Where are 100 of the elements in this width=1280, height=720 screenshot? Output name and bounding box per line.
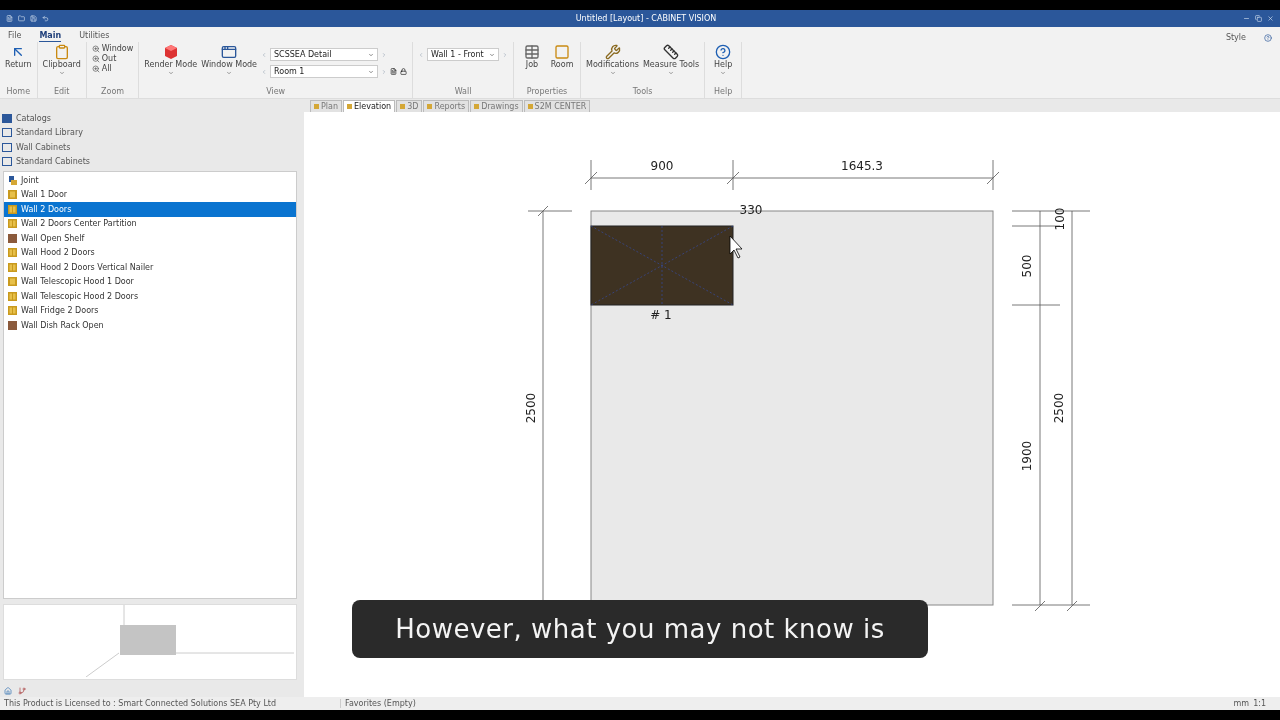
zoom-icon (91, 64, 100, 73)
zoom-button[interactable]: All (91, 64, 134, 73)
ruler-icon (663, 44, 680, 60)
view-tab[interactable]: S2M CENTER (523, 100, 591, 112)
view-tab[interactable]: Elevation (343, 100, 396, 112)
zoom-button[interactable]: Window (91, 44, 134, 53)
branch-icon[interactable] (18, 687, 26, 695)
catalog-node[interactable]: Wall Cabinets (16, 142, 71, 152)
catalog-item[interactable]: Wall Open Shelf (4, 231, 296, 246)
catalog-item[interactable]: Wall Hood 2 Doors Vertical Nailer (4, 260, 296, 275)
dimension-label: 2500 (523, 392, 538, 424)
ribbon-button[interactable]: Job (519, 44, 546, 70)
dropdown-field[interactable]: Wall 1 - Front (427, 48, 500, 61)
zoom-icon (91, 54, 100, 63)
caret-icon (489, 51, 496, 58)
ribbon-tab[interactable]: Utilities (79, 31, 110, 42)
license-text: This Product is Licensed to : Smart Connected Solutions SEA Pty Ltd (4, 699, 277, 708)
subtitle-caption: However, what you may not know is (352, 600, 928, 658)
home-icon[interactable] (4, 687, 12, 695)
dimension-label: 330 (739, 202, 763, 217)
group-label: Properties (526, 87, 568, 98)
page-icon[interactable] (390, 68, 398, 75)
catalog-node[interactable]: Standard Cabinets (16, 157, 91, 167)
cabinet-icon (8, 233, 17, 243)
cursor-icon (729, 235, 743, 259)
catalog-item[interactable]: Wall 2 Doors (4, 202, 296, 217)
group-label: Home (6, 87, 31, 98)
cabinet-icon (8, 320, 17, 330)
view-tab[interactable]: Plan (310, 100, 343, 112)
save-icon[interactable] (30, 15, 37, 22)
caret-icon (368, 68, 375, 75)
dropdown-field[interactable]: Room 1 (270, 65, 379, 78)
help-icon[interactable] (1264, 34, 1272, 42)
table-icon (524, 44, 541, 60)
close-icon[interactable] (1267, 15, 1274, 22)
dimension-label: 2500 (1051, 392, 1066, 424)
group-label: Edit (53, 87, 70, 98)
catalog-item[interactable]: Wall Telescopic Hood 2 Doors (4, 289, 296, 304)
catalog-item[interactable]: Wall 2 Doors Center Partition (4, 216, 296, 231)
catalog-item[interactable]: Joint (4, 173, 296, 188)
ribbon-button[interactable]: Render Mode (144, 44, 198, 76)
cabinet-drawing[interactable] (590, 225, 734, 306)
wrench-icon (604, 44, 621, 60)
undo-icon[interactable] (42, 15, 49, 22)
group-label: Zoom (101, 87, 125, 98)
group-label: Wall (454, 87, 472, 98)
ribbon-button[interactable]: Help (710, 44, 737, 76)
cabinet-icon (8, 306, 17, 316)
zoom-icon (91, 44, 100, 53)
ribbon-button[interactable]: Modifications (586, 44, 639, 76)
catalog-item[interactable]: Wall 1 Door (4, 187, 296, 202)
catalog-node[interactable]: Standard Library (16, 128, 83, 138)
ribbon-button[interactable]: Return (5, 44, 32, 70)
view-tab[interactable]: 3D (396, 100, 423, 112)
catalog-node[interactable]: Catalogs (16, 113, 51, 123)
catalog-item[interactable]: Wall Dish Rack Open (4, 318, 296, 333)
cabinet-icon (8, 204, 17, 214)
cube-icon (162, 44, 179, 60)
open-folder-icon[interactable] (18, 15, 25, 22)
cabinet-icon (8, 248, 17, 258)
view-tab[interactable]: Drawings (470, 100, 523, 112)
cabinet-icon (8, 190, 17, 200)
view-tab[interactable]: Reports (423, 100, 470, 112)
cabinet-icon (8, 175, 17, 185)
cabinet-icon (8, 219, 17, 229)
dimension-label: 1645.3 (841, 158, 883, 173)
caret-icon (368, 51, 375, 58)
ribbon-button[interactable]: Window Mode (201, 44, 258, 76)
catalog-item[interactable]: Wall Hood 2 Doors (4, 245, 296, 260)
cabinet-icon (8, 262, 17, 272)
catalog-item[interactable]: Wall Fridge 2 Doors (4, 303, 296, 318)
dimension-label: 500 (1019, 254, 1034, 278)
zoom-button[interactable]: Out (91, 54, 134, 63)
cabinet-icon (8, 277, 17, 287)
group-label: Help (714, 87, 733, 98)
ribbon-tab[interactable]: File (8, 31, 22, 42)
window-title: Untitled [Layout] - CABINET VISION (574, 14, 718, 23)
lock-icon[interactable] (400, 68, 408, 75)
style-menu[interactable]: Style (1225, 33, 1246, 42)
window-icon (221, 44, 238, 60)
help-icon (715, 44, 732, 60)
favorites-text: Favorites (Empty) (340, 699, 416, 708)
scale-text: 1:1 (1253, 699, 1266, 708)
restore-icon[interactable] (1255, 15, 1262, 22)
dimension-label: 100 (1052, 207, 1067, 231)
cabinet-label: # 1 (650, 307, 672, 322)
group-label: View (266, 87, 286, 98)
dropdown-field[interactable]: SCSSEA Detail (270, 48, 379, 61)
catalog-item[interactable]: Wall Telescopic Hood 1 Door (4, 274, 296, 289)
ribbon-button[interactable]: Measure Tools (642, 44, 700, 76)
room-icon (554, 44, 571, 60)
ribbon-button[interactable]: Clipboard (42, 44, 81, 76)
units-text: mm (1233, 699, 1250, 708)
group-label: Tools (632, 87, 653, 98)
clipboard-icon (53, 44, 70, 60)
minimize-icon[interactable] (1243, 15, 1250, 22)
dimension-label: 1900 (1019, 440, 1034, 472)
dimension-label: 900 (650, 158, 674, 173)
ribbon-button[interactable]: Room (549, 44, 576, 70)
new-file-icon[interactable] (6, 15, 13, 22)
